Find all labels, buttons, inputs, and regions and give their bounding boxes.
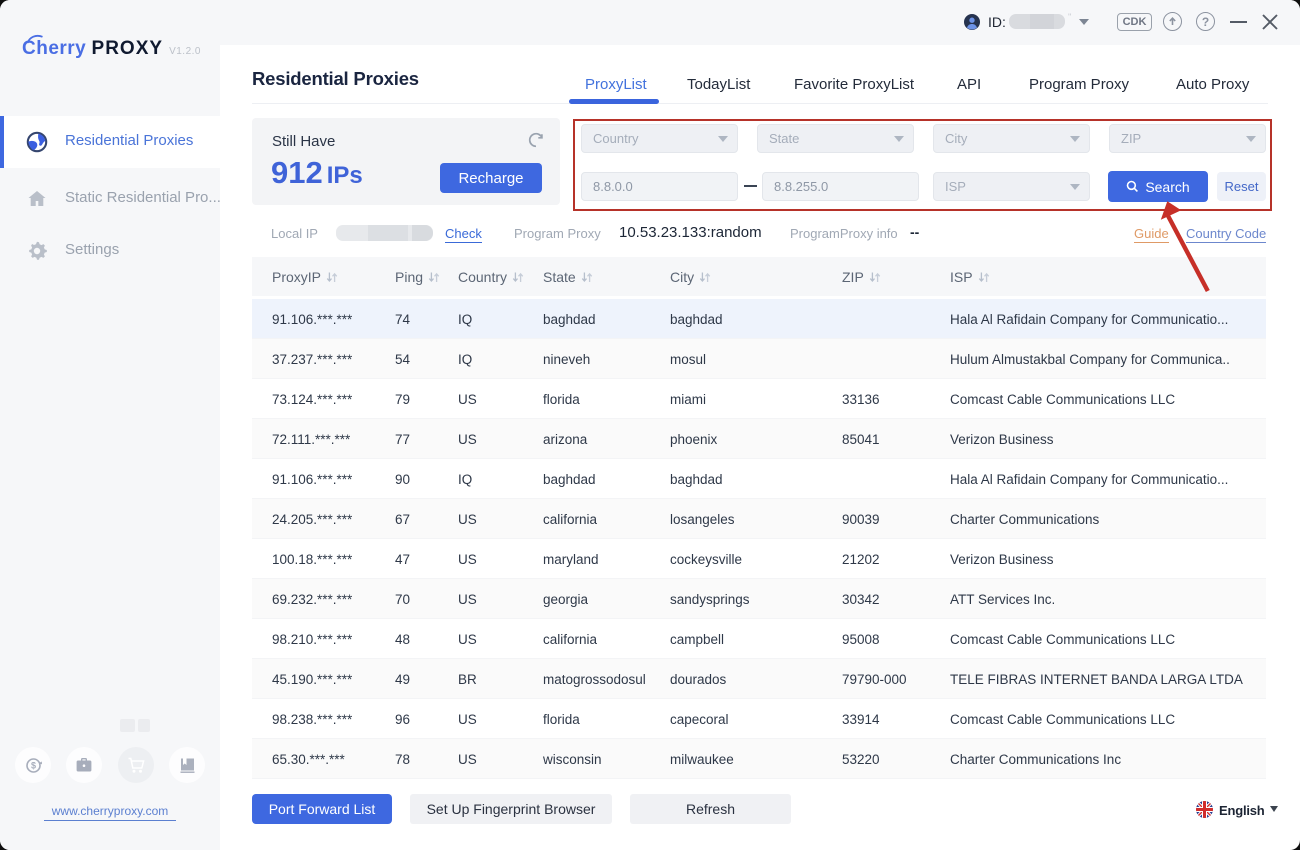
svg-text:$: $	[30, 760, 35, 770]
